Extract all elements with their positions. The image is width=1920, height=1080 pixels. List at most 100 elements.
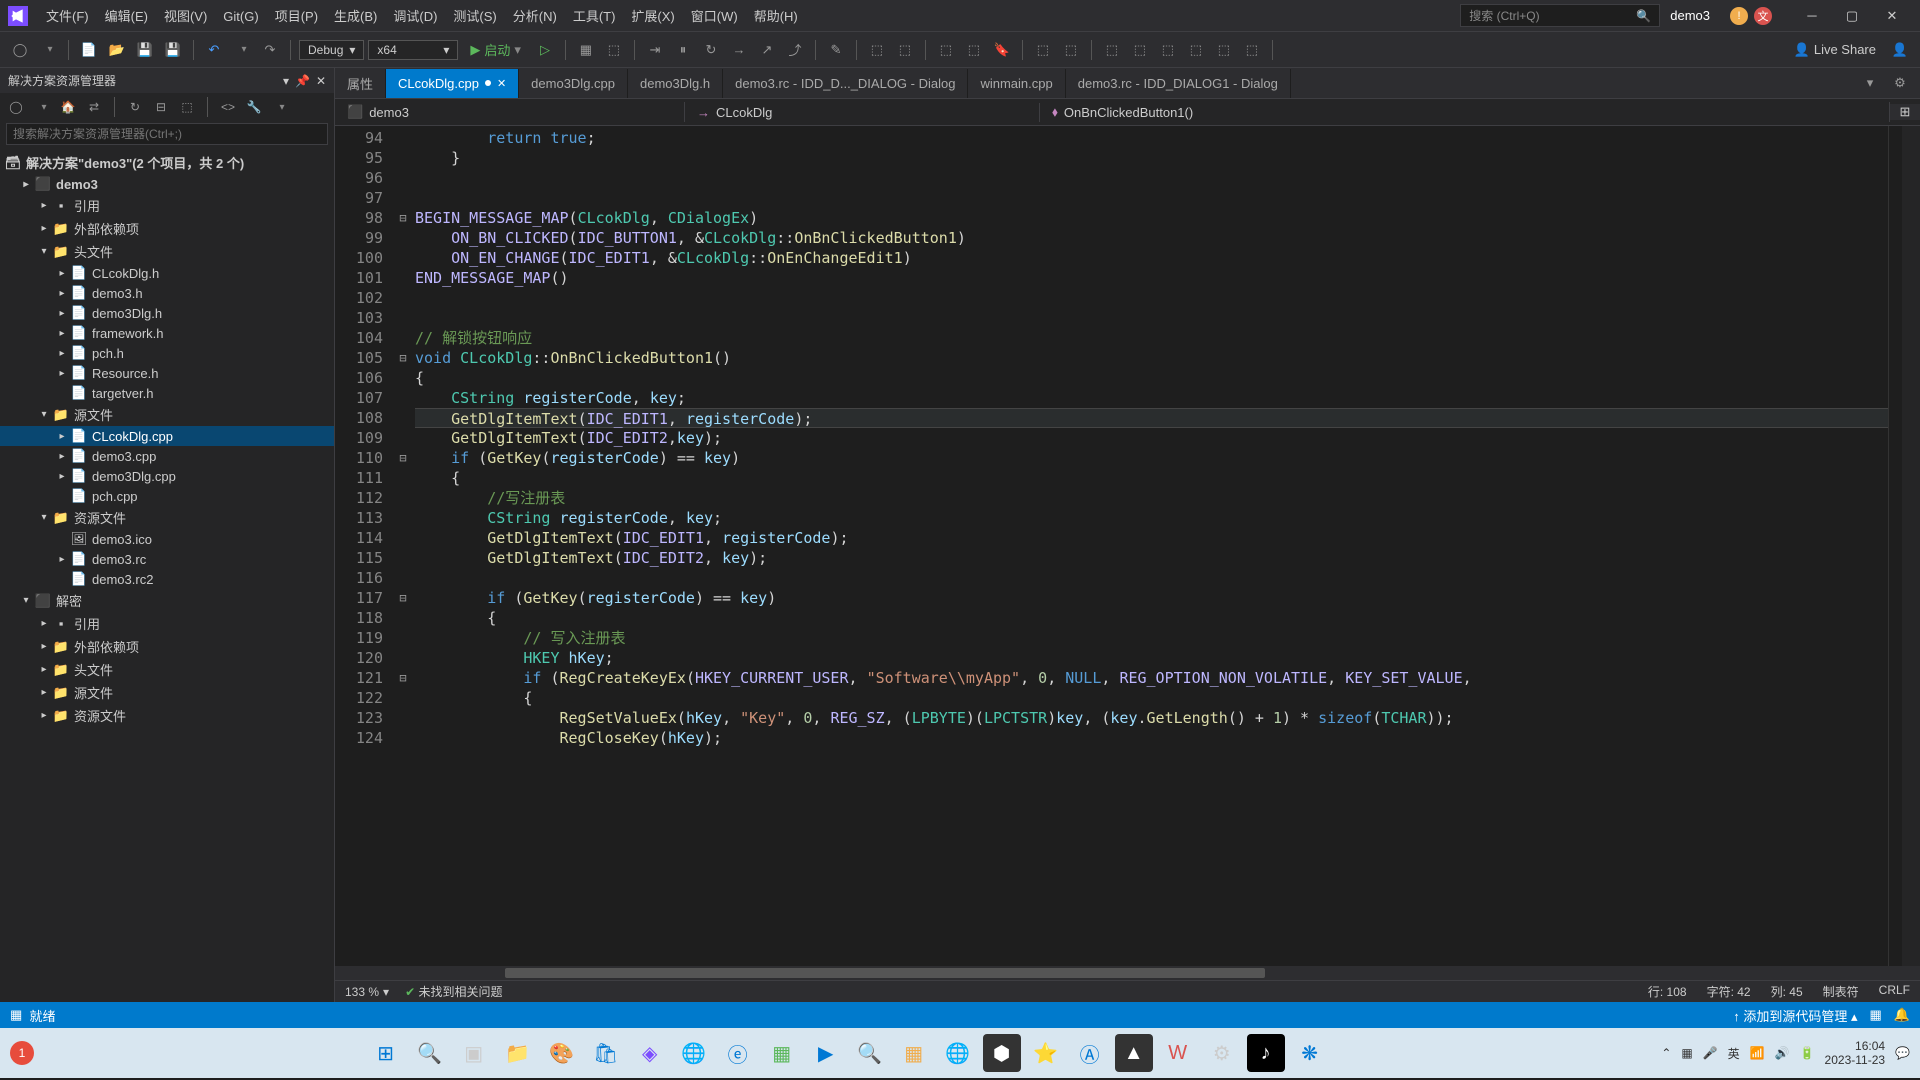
repo-icon[interactable]: ▦ — [1870, 1007, 1882, 1023]
play-icon[interactable]: ▶ — [807, 1034, 845, 1072]
chevron-icon[interactable]: ▸ — [54, 348, 70, 359]
settings-icon[interactable]: ⚙ — [1203, 1034, 1241, 1072]
tb-icon[interactable]: ⬚ — [602, 38, 626, 62]
sx-props-icon[interactable]: 🔧 — [244, 97, 264, 117]
tb-icon[interactable]: ⤴ — [783, 38, 807, 62]
tree-item[interactable]: ▾📁头文件 — [0, 240, 334, 263]
edge-legacy-icon[interactable]: ⓔ — [719, 1034, 757, 1072]
menu-item[interactable]: 测试(S) — [445, 5, 504, 28]
tray-app-icon[interactable]: ▦ — [1681, 1046, 1692, 1060]
pin-icon[interactable]: 📌 — [295, 74, 310, 88]
chevron-icon[interactable]: ▸ — [36, 223, 52, 234]
vertical-scrollbar[interactable] — [1888, 126, 1902, 966]
tray-mic-icon[interactable]: 🎤 — [1703, 1046, 1718, 1060]
menu-item[interactable]: 帮助(H) — [746, 5, 806, 28]
wifi-icon[interactable]: 📶 — [1750, 1046, 1765, 1060]
tree-item[interactable]: 📄targetver.h — [0, 383, 334, 403]
menu-item[interactable]: 视图(V) — [156, 5, 215, 28]
ide-search-input[interactable]: 搜索 (Ctrl+Q) 🔍 — [1460, 4, 1660, 27]
document-tab[interactable]: winmain.cpp — [968, 69, 1065, 98]
tree-item[interactable]: ▸📄pch.h — [0, 343, 334, 363]
tree-item[interactable]: ▸⬛demo3 — [0, 174, 334, 194]
tb-icon[interactable]: ⏸ — [671, 38, 695, 62]
store-icon[interactable]: 🛍 — [587, 1034, 625, 1072]
tb-icon[interactable]: ⬚ — [1212, 38, 1236, 62]
chevron-icon[interactable]: ▸ — [36, 664, 52, 675]
app-icon[interactable]: 🔍 — [851, 1034, 889, 1072]
taskview-icon[interactable]: ▣ — [455, 1034, 493, 1072]
bookmark-icon[interactable]: 🔖 — [990, 38, 1014, 62]
app-icon[interactable]: ⭐ — [1027, 1034, 1065, 1072]
chevron-icon[interactable]: ▸ — [54, 328, 70, 339]
char-indicator[interactable]: 字符: 42 — [1707, 983, 1751, 1000]
back-button[interactable]: ◯ — [8, 38, 32, 62]
line-indicator[interactable]: 行: 108 — [1648, 983, 1687, 1000]
document-tab[interactable]: CLcokDlg.cpp✕ — [386, 69, 519, 98]
platform-dropdown[interactable]: x64▾ — [368, 40, 458, 60]
start-no-debug-button[interactable]: ▷ — [533, 38, 557, 62]
tree-item[interactable]: ▾📁源文件 — [0, 403, 334, 426]
app-icon[interactable]: ▲ — [1115, 1034, 1153, 1072]
menu-item[interactable]: 编辑(E) — [97, 5, 156, 28]
tree-item[interactable]: ▸📄CLcokDlg.h — [0, 263, 334, 283]
chevron-icon[interactable]: ▸ — [54, 554, 70, 565]
account-icon[interactable]: 👤 — [1888, 38, 1912, 62]
sx-collapse-icon[interactable]: ⊟ — [151, 97, 171, 117]
app-icon[interactable]: ▦ — [895, 1034, 933, 1072]
chevron-icon[interactable]: ▾ — [36, 246, 52, 257]
nav-member-dropdown[interactable]: ⬧OnBnClickedButton1() — [1040, 102, 1890, 122]
horizontal-scrollbar[interactable] — [335, 966, 1920, 980]
undo-button[interactable]: ↶ — [202, 38, 226, 62]
tree-item[interactable]: ▸📄Resource.h — [0, 363, 334, 383]
chevron-icon[interactable]: ▾ — [36, 512, 52, 523]
tree-item[interactable]: ▸📁头文件 — [0, 658, 334, 681]
close-panel-icon[interactable]: ✕ — [316, 74, 326, 88]
tree-item[interactable]: ▸▪引用 — [0, 194, 334, 217]
sx-home-icon[interactable]: 🏠 — [58, 97, 78, 117]
chevron-icon[interactable]: ▾ — [36, 409, 52, 420]
tree-item[interactable]: ▸📁外部依赖项 — [0, 217, 334, 240]
start-button[interactable]: ⊞ — [367, 1034, 405, 1072]
tree-item[interactable]: 🖼demo3.ico — [0, 529, 334, 549]
chevron-icon[interactable]: ▸ — [36, 710, 52, 721]
document-tab[interactable]: 属性 — [335, 69, 386, 98]
chevron-icon[interactable]: ▸ — [54, 368, 70, 379]
tab-dropdown-icon[interactable]: ▾ — [1858, 71, 1882, 95]
ime-indicator[interactable]: 英 — [1728, 1045, 1740, 1062]
tb-icon[interactable]: ⬚ — [962, 38, 986, 62]
app-icon[interactable]: ❋ — [1291, 1034, 1329, 1072]
menu-item[interactable]: Git(G) — [215, 5, 266, 28]
save-button[interactable]: 💾 — [133, 38, 157, 62]
clock[interactable]: 16:04 2023-11-23 — [1825, 1039, 1886, 1068]
document-tab[interactable]: demo3Dlg.cpp — [519, 69, 628, 98]
tree-item[interactable]: ▸📄CLcokDlg.cpp — [0, 426, 334, 446]
document-tab[interactable]: demo3.rc - IDD_D..._DIALOG - Dialog — [723, 69, 968, 98]
tree-item[interactable]: ▸📄demo3.rc — [0, 549, 334, 569]
document-tab[interactable]: demo3Dlg.h — [628, 69, 723, 98]
tree-item[interactable]: ▾📁资源文件 — [0, 506, 334, 529]
tree-item[interactable]: ▸📄demo3Dlg.cpp — [0, 466, 334, 486]
col-indicator[interactable]: 列: 45 — [1771, 983, 1803, 1000]
bell-icon[interactable]: 🔔 — [1894, 1007, 1910, 1023]
forward-dropdown[interactable] — [36, 38, 60, 62]
redo-button[interactable]: ↷ — [258, 38, 282, 62]
tab-settings-icon[interactable]: ⚙ — [1888, 71, 1912, 95]
start-debug-button[interactable]: ▶启动▾ — [462, 38, 529, 61]
scm-button[interactable]: ↑ 添加到源代码管理 ▴ — [1733, 1006, 1857, 1025]
notifications-icon[interactable]: 💬 — [1895, 1046, 1910, 1060]
close-window-button[interactable]: ✕ — [1872, 0, 1912, 32]
tiktok-icon[interactable]: ♪ — [1247, 1034, 1285, 1072]
warning-badge[interactable]: ! — [1730, 7, 1748, 25]
sx-refresh-icon[interactable]: ↻ — [125, 97, 145, 117]
app-icon[interactable]: ⬢ — [983, 1034, 1021, 1072]
tb-icon[interactable]: ✎ — [824, 38, 848, 62]
tb-icon[interactable]: ⬚ — [1128, 38, 1152, 62]
chevron-icon[interactable]: ▸ — [18, 179, 34, 190]
tb-icon[interactable]: ⬚ — [893, 38, 917, 62]
open-folder-button[interactable]: 📂 — [105, 38, 129, 62]
chevron-icon[interactable]: ▸ — [36, 200, 52, 211]
tb-icon[interactable]: ↻ — [699, 38, 723, 62]
tb-icon[interactable]: ⬚ — [1059, 38, 1083, 62]
chevron-icon[interactable]: ▾ — [18, 595, 34, 606]
nav-split-icon[interactable]: ⊞ — [1890, 104, 1920, 120]
